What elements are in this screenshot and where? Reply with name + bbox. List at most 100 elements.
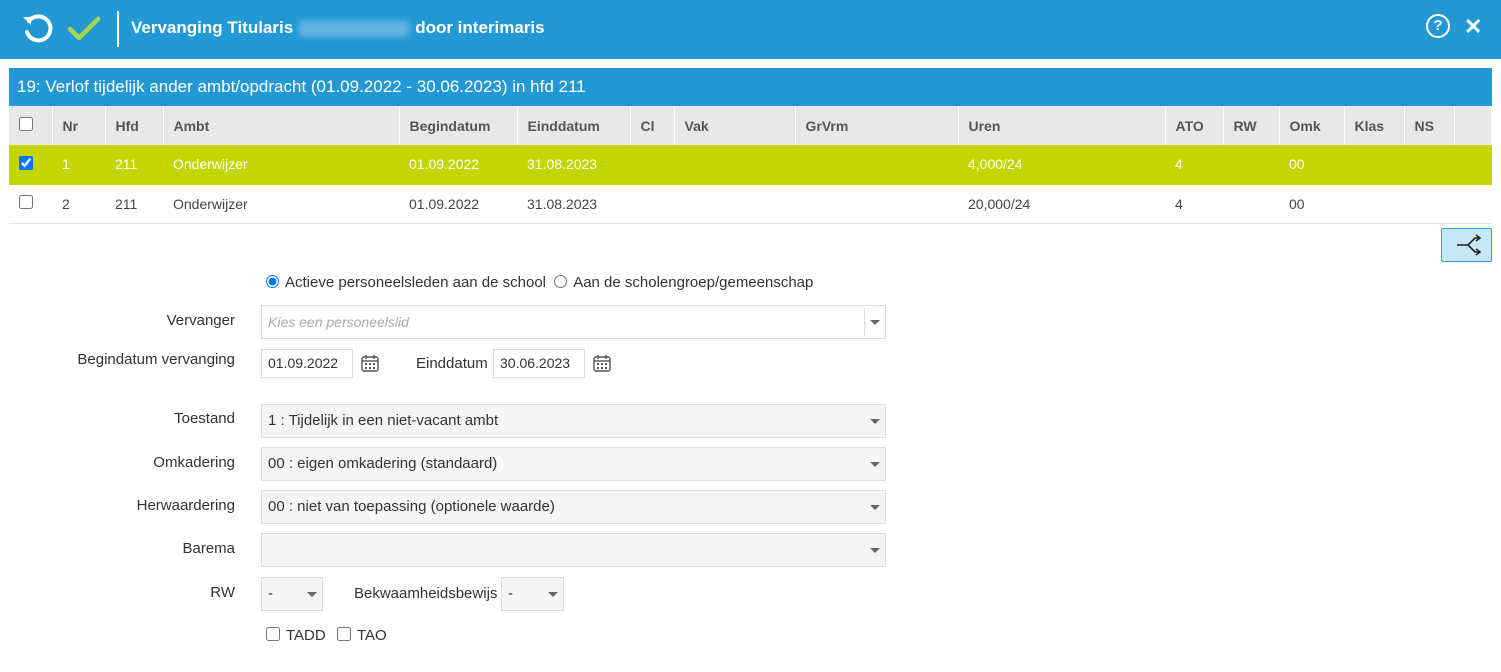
- barema-label: Barema: [182, 540, 235, 557]
- cell-filler: [1454, 184, 1492, 224]
- col-header-filler: [1454, 106, 1492, 145]
- cell-ambt: Onderwijzer: [163, 145, 399, 185]
- section-title: 19: Verlof tijdelijk ander ambt/opdracht…: [9, 68, 1492, 106]
- radio-group-staff-input[interactable]: [554, 275, 568, 288]
- einddatum-label: Einddatum: [416, 355, 488, 372]
- chevron-down-icon[interactable]: [865, 534, 885, 566]
- cell-begindatum: 01.09.2022: [399, 145, 517, 185]
- table-row[interactable]: 2 211 Onderwijzer 01.09.2022 31.08.2023 …: [9, 184, 1492, 224]
- tadd-checkbox[interactable]: TADD: [266, 627, 326, 644]
- radio-group-staff[interactable]: Aan de scholengroep/gemeenschap: [554, 274, 813, 291]
- toestand-select[interactable]: 1 : Tijdelijk in een niet-vacant ambt: [261, 404, 886, 438]
- col-header-grvrm[interactable]: GrVrm: [795, 106, 959, 145]
- col-header-begindatum[interactable]: Begindatum: [399, 106, 518, 145]
- assignments-table: Nr Hfd Ambt Begindatum Einddatum Cl Vak …: [9, 106, 1492, 224]
- col-header-ato[interactable]: ATO: [1165, 106, 1224, 145]
- col-header-hfd[interactable]: Hfd: [105, 106, 164, 145]
- col-header-ns[interactable]: NS: [1404, 106, 1455, 145]
- redacted-name: [299, 20, 410, 37]
- cell-begindatum: 01.09.2022: [399, 184, 517, 224]
- radio-group-staff-label: Aan de scholengroep/gemeenschap: [573, 274, 814, 291]
- col-header-uren[interactable]: Uren: [958, 106, 1166, 145]
- cell-uren: 20,000/24: [958, 184, 1165, 224]
- barema-select[interactable]: [261, 533, 886, 567]
- cell-cl: [630, 145, 674, 185]
- toestand-value: 1 : Tijdelijk in een niet-vacant ambt: [268, 412, 499, 429]
- select-all-cell: [9, 106, 53, 145]
- omkadering-label: Omkadering: [153, 454, 235, 471]
- cell-klas: [1344, 184, 1404, 224]
- calendar-icon[interactable]: [361, 354, 379, 372]
- cell-ns: [1404, 184, 1454, 224]
- confirm-check-icon[interactable]: [66, 12, 102, 46]
- cell-vak: [674, 184, 795, 224]
- row-checkbox[interactable]: [19, 195, 33, 209]
- cell-grvrm: [795, 184, 958, 224]
- title-prefix: Vervanging Titularis: [131, 18, 294, 37]
- einddatum-input[interactable]: 30.06.2023: [493, 349, 585, 378]
- col-header-einddatum[interactable]: Einddatum: [517, 106, 631, 145]
- col-header-ambt[interactable]: Ambt: [163, 106, 400, 145]
- chevron-down-icon[interactable]: [865, 448, 885, 480]
- rw-select[interactable]: -: [261, 577, 323, 611]
- rw-label: RW: [210, 584, 235, 601]
- cell-grvrm: [795, 145, 958, 185]
- omkadering-value: 00 : eigen omkadering (standaard): [268, 455, 498, 472]
- staff-scope-radios: Actieve personeelsleden aan de school Aa…: [266, 274, 817, 291]
- cell-hfd: 211: [105, 184, 163, 224]
- cell-hfd: 211: [105, 145, 163, 185]
- cell-ambt: Onderwijzer: [163, 184, 399, 224]
- col-header-omk[interactable]: Omk: [1279, 106, 1345, 145]
- herwaardering-select[interactable]: 00 : niet van toepassing (optionele waar…: [261, 490, 886, 524]
- toolbar-separator: [117, 11, 119, 47]
- chevron-down-icon[interactable]: [543, 578, 563, 610]
- begindatum-input[interactable]: 01.09.2022: [261, 349, 353, 378]
- vervanger-select[interactable]: Kies een personeelslid: [261, 305, 886, 339]
- cell-klas: [1344, 145, 1404, 185]
- herwaardering-value: 00 : niet van toepassing (optionele waar…: [268, 498, 555, 515]
- chevron-down-icon[interactable]: [302, 578, 322, 610]
- select-all-checkbox[interactable]: [19, 117, 33, 131]
- close-icon[interactable]: ✕: [1464, 15, 1482, 39]
- tadd-label: TADD: [286, 627, 326, 644]
- title-suffix: door interimaris: [415, 18, 545, 37]
- help-icon[interactable]: ?: [1426, 14, 1450, 38]
- table-row[interactable]: 1 211 Onderwijzer 01.09.2022 31.08.2023 …: [9, 145, 1492, 185]
- row-select-cell: [9, 184, 52, 224]
- chevron-down-icon[interactable]: [865, 405, 885, 437]
- chevron-down-icon[interactable]: [865, 306, 885, 338]
- rw-value: -: [268, 585, 273, 602]
- dialog-title: Vervanging Titularis door interimaris: [131, 18, 545, 38]
- col-header-nr[interactable]: Nr: [52, 106, 106, 145]
- bekwaamheid-select[interactable]: -: [501, 577, 564, 611]
- cell-ato: 4: [1165, 145, 1223, 185]
- cell-omk: 00: [1279, 184, 1344, 224]
- cell-omk: 00: [1279, 145, 1344, 185]
- tao-label: TAO: [357, 627, 387, 644]
- omkadering-select[interactable]: 00 : eigen omkadering (standaard): [261, 447, 886, 481]
- cell-einddatum: 31.08.2023: [517, 145, 630, 185]
- tadd-checkbox-input[interactable]: [266, 627, 280, 641]
- cell-nr: 2: [52, 184, 105, 224]
- split-merge-button[interactable]: [1441, 228, 1492, 262]
- tao-checkbox-input[interactable]: [337, 627, 351, 641]
- radio-active-staff-input[interactable]: [266, 275, 279, 288]
- col-header-vak[interactable]: Vak: [674, 106, 796, 145]
- cell-uren: 4,000/24: [958, 145, 1165, 185]
- table-header-row: Nr Hfd Ambt Begindatum Einddatum Cl Vak …: [9, 106, 1492, 145]
- cell-cl: [630, 184, 674, 224]
- chevron-down-icon[interactable]: [865, 491, 885, 523]
- col-header-cl[interactable]: Cl: [630, 106, 675, 145]
- col-header-rw[interactable]: RW: [1223, 106, 1280, 145]
- row-checkbox[interactable]: [19, 155, 33, 170]
- col-header-klas[interactable]: Klas: [1344, 106, 1405, 145]
- herwaardering-label: Herwaardering: [136, 497, 235, 514]
- cell-vak: [674, 145, 795, 185]
- radio-active-staff[interactable]: Actieve personeelsleden aan de school: [266, 274, 546, 291]
- tao-checkbox[interactable]: TAO: [337, 627, 387, 644]
- row-select-cell: [9, 145, 52, 185]
- undo-icon[interactable]: [20, 12, 56, 46]
- begindatum-label: Begindatum vervanging: [77, 351, 235, 368]
- calendar-icon[interactable]: [593, 354, 611, 372]
- split-arrows-icon: [1457, 234, 1482, 256]
